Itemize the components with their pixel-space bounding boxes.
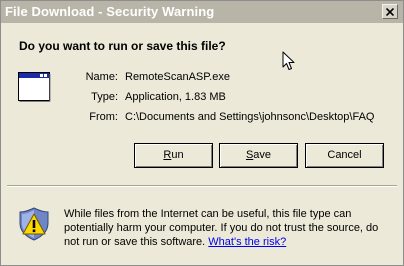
from-label: From: (89, 111, 118, 123)
save-label: ave (253, 149, 272, 161)
file-name-value: RemoteScanASP.exe (125, 71, 230, 83)
file-type-value: Application, 1.83 MB (125, 91, 226, 103)
file-download-dialog: File Download - Security Warning Do you … (0, 0, 404, 266)
dialog-question: Do you want to run or save this file? (19, 39, 226, 53)
close-button[interactable] (382, 4, 398, 19)
security-warning-text: While files from the Internet can be use… (64, 207, 394, 249)
run-label: un (171, 149, 184, 161)
file-source-value: C:\Documents and Settings\johnsonc\Deskt… (125, 111, 375, 123)
save-button[interactable]: Save (219, 143, 298, 168)
title-bar[interactable]: File Download - Security Warning (1, 1, 403, 23)
name-label: Name: (85, 71, 118, 83)
run-button[interactable]: Run (134, 143, 213, 168)
whats-the-risk-link[interactable]: What's the risk? (208, 236, 286, 248)
cancel-button[interactable]: Cancel (305, 143, 384, 168)
security-shield-warning-icon (19, 207, 49, 241)
close-icon (386, 7, 394, 16)
type-label: Type: (91, 91, 118, 103)
mouse-pointer-icon (282, 51, 295, 70)
application-window-icon (18, 72, 51, 102)
window-title: File Download - Security Warning (5, 4, 215, 19)
separator (7, 185, 397, 187)
